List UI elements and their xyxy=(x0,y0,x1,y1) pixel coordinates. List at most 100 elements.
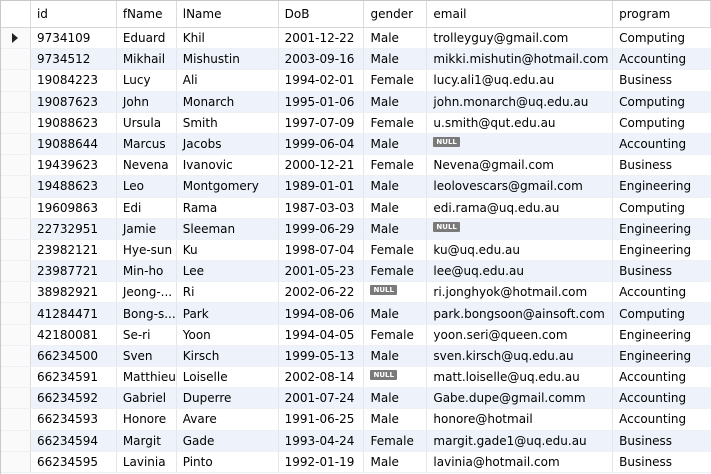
cell-fname[interactable]: Edi xyxy=(117,197,177,218)
cell-id[interactable]: 66234500 xyxy=(31,345,117,366)
table-row[interactable]: 66234592 Gabriel Duperre 2001-07-24 Male Gabe… xyxy=(1,388,711,410)
cell-gender[interactable]: Male xyxy=(364,176,428,197)
cell-id[interactable]: 41284471 xyxy=(31,303,117,324)
cell-fname[interactable]: Mikhail xyxy=(117,49,177,70)
row-selector[interactable] xyxy=(1,430,31,451)
cell-email[interactable]: Gabe.dupe@gmail.comm xyxy=(427,388,614,409)
cell-id[interactable]: 19088644 xyxy=(31,133,117,155)
cell-gender[interactable]: Female xyxy=(364,430,428,451)
cell-gender[interactable]: Male xyxy=(364,388,428,409)
cell-lname[interactable]: Park xyxy=(177,303,279,324)
cell-program[interactable]: Computing xyxy=(613,303,711,323)
cell-dob[interactable]: 2001-05-23 xyxy=(279,261,365,282)
table-row[interactable]: 19439623 Nevena Ivanovic 2000-12-21 Female Ne… xyxy=(1,155,711,177)
cell-program[interactable]: Business xyxy=(613,452,711,472)
cell-gender[interactable]: Female xyxy=(364,239,428,261)
cell-id[interactable]: 66234593 xyxy=(31,409,117,430)
row-selector[interactable] xyxy=(1,409,31,430)
cell-email[interactable]: ku@uq.edu.au xyxy=(427,239,614,261)
cell-id[interactable]: 19439623 xyxy=(31,155,117,176)
table-row[interactable]: 23982121 Hye-sun Ku 1998-07-04 Female ku@uq.e… xyxy=(1,239,711,262)
cell-gender[interactable]: Male xyxy=(364,345,428,366)
column-header-gender[interactable]: gender xyxy=(364,1,428,27)
cell-fname[interactable]: John xyxy=(117,91,177,112)
cell-id[interactable]: 23987721 xyxy=(31,261,117,282)
row-selector[interactable] xyxy=(1,197,31,218)
table-row[interactable]: 9734512 Mikhail Mishustin 2003-09-16 Male mik… xyxy=(1,49,711,71)
cell-program[interactable]: Engineering xyxy=(613,219,711,239)
cell-dob[interactable]: 1991-06-25 xyxy=(279,409,365,430)
cell-gender[interactable]: Male xyxy=(364,197,428,218)
table-row[interactable]: 41284471 Bong-s... Park 1994-08-06 Male park.… xyxy=(1,303,711,325)
cell-lname[interactable]: Mishustin xyxy=(177,49,279,70)
cell-program[interactable]: Business xyxy=(613,155,711,175)
cell-gender[interactable]: Female xyxy=(364,70,428,91)
cell-lname[interactable]: Khil xyxy=(177,28,279,49)
cell-gender[interactable]: Female xyxy=(364,112,428,133)
cell-dob[interactable]: 1994-08-06 xyxy=(279,303,365,324)
cell-lname[interactable]: Montgomery xyxy=(177,176,279,197)
cell-program[interactable]: Business xyxy=(613,431,711,451)
cell-id[interactable]: 66234594 xyxy=(31,430,117,451)
cell-program[interactable]: Computing xyxy=(613,113,711,133)
cell-dob[interactable]: 1998-07-04 xyxy=(279,239,365,261)
cell-lname[interactable]: Ri xyxy=(177,282,279,303)
cell-lname[interactable]: Kirsch xyxy=(177,345,279,366)
cell-fname[interactable]: Sven xyxy=(117,345,177,366)
cell-id[interactable]: 19488623 xyxy=(31,176,117,197)
row-selector[interactable] xyxy=(1,176,31,197)
cell-lname[interactable]: Ali xyxy=(177,70,279,91)
cell-id[interactable]: 23982121 xyxy=(31,239,117,261)
cell-email[interactable]: john.monarch@uq.edu.au xyxy=(427,91,614,112)
cell-fname[interactable]: Eduard xyxy=(117,28,177,49)
cell-id[interactable]: 66234592 xyxy=(31,388,117,409)
cell-lname[interactable]: Ku xyxy=(177,239,279,261)
table-row[interactable]: 66234591 Matthieu Loiselle 2002-08-14 NULL ma… xyxy=(1,367,711,389)
cell-fname[interactable]: Min-ho xyxy=(117,261,177,282)
row-selector[interactable] xyxy=(1,91,31,112)
row-selector[interactable] xyxy=(1,282,31,303)
row-selector[interactable] xyxy=(1,303,31,324)
cell-program[interactable]: Accounting xyxy=(613,409,711,429)
cell-program[interactable]: Engineering xyxy=(613,346,711,366)
cell-gender[interactable]: NULL xyxy=(364,367,428,388)
cell-id[interactable]: 19609863 xyxy=(31,197,117,218)
cell-program[interactable]: Business xyxy=(613,261,711,281)
cell-lname[interactable]: Ivanovic xyxy=(177,155,279,176)
cell-email[interactable]: Nevena@gmail.com xyxy=(427,155,614,176)
cell-email[interactable]: margit.gade1@uq.edu.au xyxy=(427,430,614,451)
row-selector[interactable] xyxy=(1,112,31,133)
cell-dob[interactable]: 2001-07-24 xyxy=(279,388,365,409)
cell-program[interactable]: Engineering xyxy=(613,240,711,260)
cell-dob[interactable]: 1994-04-05 xyxy=(279,324,365,345)
cell-lname[interactable]: Duperre xyxy=(177,388,279,409)
table-row[interactable]: 23987721 Min-ho Lee 2001-05-23 Female lee@uq.… xyxy=(1,261,711,283)
table-row[interactable]: 19609863 Edi Rama 1987-03-03 Male edi.rama@uq… xyxy=(1,197,711,219)
table-row[interactable]: 19488623 Leo Montgomery 1989-01-01 Male leolo… xyxy=(1,176,711,198)
cell-program[interactable]: Computing xyxy=(613,198,711,218)
cell-lname[interactable]: Rama xyxy=(177,197,279,218)
row-selector[interactable] xyxy=(1,28,31,49)
cell-dob[interactable]: 1993-04-24 xyxy=(279,430,365,451)
cell-dob[interactable]: 2001-12-22 xyxy=(279,28,365,49)
cell-gender[interactable]: Male xyxy=(364,49,428,70)
cell-gender[interactable]: Female xyxy=(364,261,428,282)
cell-email[interactable]: trolleyguy@gmail.com xyxy=(427,28,614,49)
cell-gender[interactable]: Female xyxy=(364,324,428,345)
cell-program[interactable]: Engineering xyxy=(613,176,711,196)
cell-dob[interactable]: 1997-07-09 xyxy=(279,112,365,133)
row-selector[interactable] xyxy=(1,49,31,70)
cell-fname[interactable]: Jamie xyxy=(117,218,177,239)
cell-dob[interactable]: 1999-05-13 xyxy=(279,345,365,366)
cell-gender[interactable]: Male xyxy=(364,28,428,49)
cell-program[interactable]: Computing xyxy=(613,92,711,112)
row-selector[interactable] xyxy=(1,324,31,345)
cell-id[interactable]: 19088623 xyxy=(31,112,117,133)
cell-dob[interactable]: 2000-12-21 xyxy=(279,155,365,176)
cell-dob[interactable]: 1994-02-01 xyxy=(279,70,365,91)
cell-lname[interactable]: Yoon xyxy=(177,324,279,345)
cell-program[interactable]: Accounting xyxy=(613,388,711,408)
row-selector[interactable] xyxy=(1,261,31,282)
row-selector[interactable] xyxy=(1,367,31,388)
column-header-id[interactable]: id xyxy=(31,1,117,27)
